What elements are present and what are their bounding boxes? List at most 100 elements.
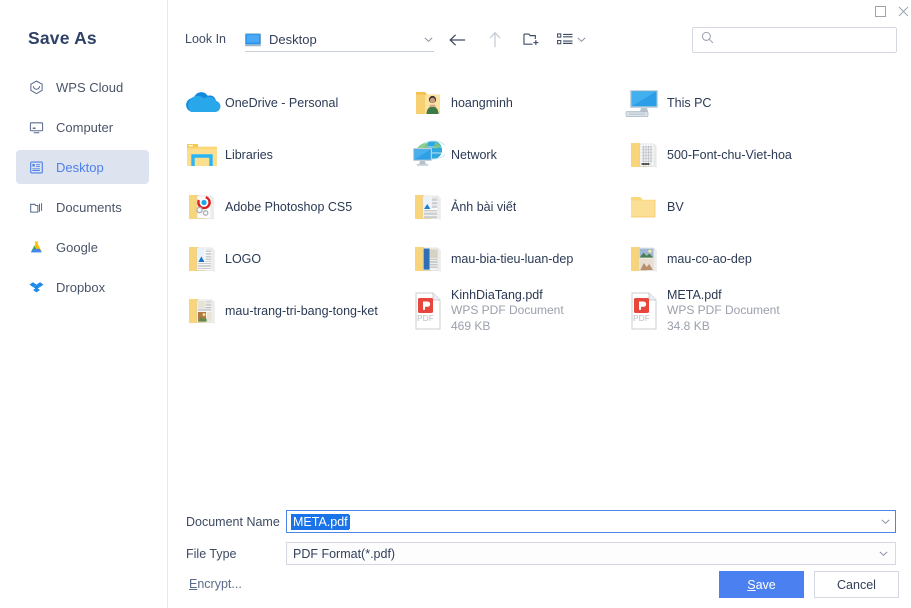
file-name: Adobe Photoshop CS5 xyxy=(225,200,352,214)
text-caret xyxy=(349,515,350,529)
file-size-label: 34.8 KB xyxy=(667,319,780,335)
sidebar-item-label: Documents xyxy=(56,200,122,215)
toolbar: Look In Desktop xyxy=(168,0,911,68)
monitor-icon xyxy=(28,119,45,136)
dropbox-icon xyxy=(28,279,45,296)
save-label: ave xyxy=(756,578,776,592)
chevron-down-icon[interactable] xyxy=(878,548,889,559)
file-type-dropdown[interactable]: PDF Format(*.pdf) xyxy=(286,542,896,565)
libraries-icon xyxy=(179,140,225,170)
file-name: hoangminh xyxy=(451,96,513,110)
new-folder-icon[interactable] xyxy=(520,28,543,51)
cancel-button[interactable]: Cancel xyxy=(814,571,899,598)
file-item[interactable]: Libraries xyxy=(175,129,401,181)
file-name: BV xyxy=(667,200,684,214)
chevron-down-icon xyxy=(423,34,434,45)
up-arrow-icon[interactable] xyxy=(483,28,506,51)
folder-preview-icon xyxy=(621,139,667,171)
file-item[interactable]: OneDrive - Personal xyxy=(175,77,401,129)
sidebar-item-label: Google xyxy=(56,240,98,255)
sidebar-item-dropbox[interactable]: Dropbox xyxy=(16,270,149,304)
document-name-value: META.pdf xyxy=(291,514,349,530)
documents-icon xyxy=(28,199,45,216)
desktop-screen-icon xyxy=(245,33,261,47)
sidebar-item-documents[interactable]: Documents xyxy=(16,190,149,224)
cloud-icon xyxy=(28,79,45,96)
look-in-value: Desktop xyxy=(269,32,423,47)
file-item[interactable]: LOGO xyxy=(175,233,401,285)
onedrive-icon xyxy=(179,89,225,117)
file-item[interactable]: Ảnh bài viết xyxy=(401,181,617,233)
encrypt-link[interactable]: Encrypt... xyxy=(189,577,242,591)
sidebar-item-label: Computer xyxy=(56,120,113,135)
folder-photo-icon xyxy=(179,295,225,327)
sidebar-item-label: Dropbox xyxy=(56,280,105,295)
file-item[interactable]: mau-co-ao-dep xyxy=(617,233,911,285)
file-item[interactable]: hoangminh xyxy=(401,77,617,129)
desktop-icon xyxy=(28,159,45,176)
user-folder-icon xyxy=(405,87,451,119)
sidebar-item-wps-cloud[interactable]: WPS Cloud xyxy=(16,70,149,104)
file-item[interactable]: 500-Font-chu-Viet-hoa xyxy=(617,129,911,181)
search-input[interactable] xyxy=(720,33,888,47)
sidebar-item-desktop[interactable]: Desktop xyxy=(16,150,149,184)
file-name: mau-trang-tri-bang-tong-ket xyxy=(225,304,378,318)
file-item[interactable]: PDF META.pdf WPS PDF Document 34.8 KB xyxy=(617,285,911,337)
file-type-label: File Type xyxy=(186,547,286,561)
folder-preview-icon xyxy=(179,243,225,275)
file-item[interactable]: mau-bia-tieu-luan-dep xyxy=(401,233,617,285)
file-name: Network xyxy=(451,148,497,162)
file-name: Libraries xyxy=(225,148,273,162)
file-item[interactable]: Adobe Photoshop CS5 xyxy=(175,181,401,233)
file-size-label: 469 KB xyxy=(451,319,564,335)
folder-preview-icon xyxy=(405,243,451,275)
file-item[interactable]: mau-trang-tri-bang-tong-ket xyxy=(175,285,401,337)
file-browser-area: OneDrive - Personal hoangminh xyxy=(169,68,911,498)
file-name: OneDrive - Personal xyxy=(225,96,338,110)
save-button[interactable]: Save xyxy=(719,571,804,598)
file-type-label: WPS PDF Document xyxy=(667,303,780,319)
svg-text:PDF: PDF xyxy=(417,313,434,323)
file-name: This PC xyxy=(667,96,711,110)
document-name-input[interactable]: META.pdf xyxy=(286,510,896,533)
folder-icon xyxy=(621,193,667,221)
navigation-buttons xyxy=(446,28,587,51)
file-item[interactable]: PDF KinhDiaTang.pdf WPS PDF Document 469… xyxy=(401,285,617,337)
file-name: KinhDiaTang.pdf xyxy=(451,287,564,304)
dialog-buttons: Save Cancel xyxy=(719,571,899,598)
chevron-down-icon xyxy=(576,34,587,45)
document-name-row: Document Name META.pdf xyxy=(186,510,896,533)
sidebar-list: WPS Cloud Computer Desktop xyxy=(16,70,149,310)
file-item[interactable]: This PC xyxy=(617,77,911,129)
sidebar-item-label: WPS Cloud xyxy=(56,80,123,95)
chevron-down-icon[interactable] xyxy=(880,516,891,527)
file-name: mau-co-ao-dep xyxy=(667,252,752,266)
save-form: Document Name META.pdf File Type PDF For… xyxy=(169,498,911,608)
save-accel-letter: S xyxy=(747,578,755,592)
search-box[interactable] xyxy=(692,27,897,53)
file-name: LOGO xyxy=(225,252,261,266)
view-options-button[interactable] xyxy=(557,32,587,47)
network-icon xyxy=(405,140,451,170)
sidebar-item-label: Desktop xyxy=(56,160,104,175)
document-name-label: Document Name xyxy=(186,515,286,529)
look-in-label: Look In xyxy=(185,32,226,46)
back-arrow-icon[interactable] xyxy=(446,28,469,51)
page-title: Save As xyxy=(28,28,97,49)
pdf-icon: PDF xyxy=(621,292,667,330)
search-icon xyxy=(701,31,714,49)
encrypt-label: ncrypt... xyxy=(197,577,241,591)
sidebar-item-google[interactable]: Google xyxy=(16,230,149,264)
file-name: META.pdf xyxy=(667,287,780,304)
file-item[interactable]: BV xyxy=(617,181,911,233)
file-name: 500-Font-chu-Viet-hoa xyxy=(667,148,792,162)
pdf-icon: PDF xyxy=(405,292,451,330)
this-pc-icon xyxy=(621,88,667,118)
file-item[interactable]: Network xyxy=(401,129,617,181)
file-type-label: WPS PDF Document xyxy=(451,303,564,319)
sidebar: Save As WPS Cloud Computer xyxy=(0,0,168,608)
file-grid: OneDrive - Personal hoangminh xyxy=(169,68,911,337)
folder-photo-icon xyxy=(621,243,667,275)
sidebar-item-computer[interactable]: Computer xyxy=(16,110,149,144)
look-in-dropdown[interactable]: Desktop xyxy=(245,28,434,52)
